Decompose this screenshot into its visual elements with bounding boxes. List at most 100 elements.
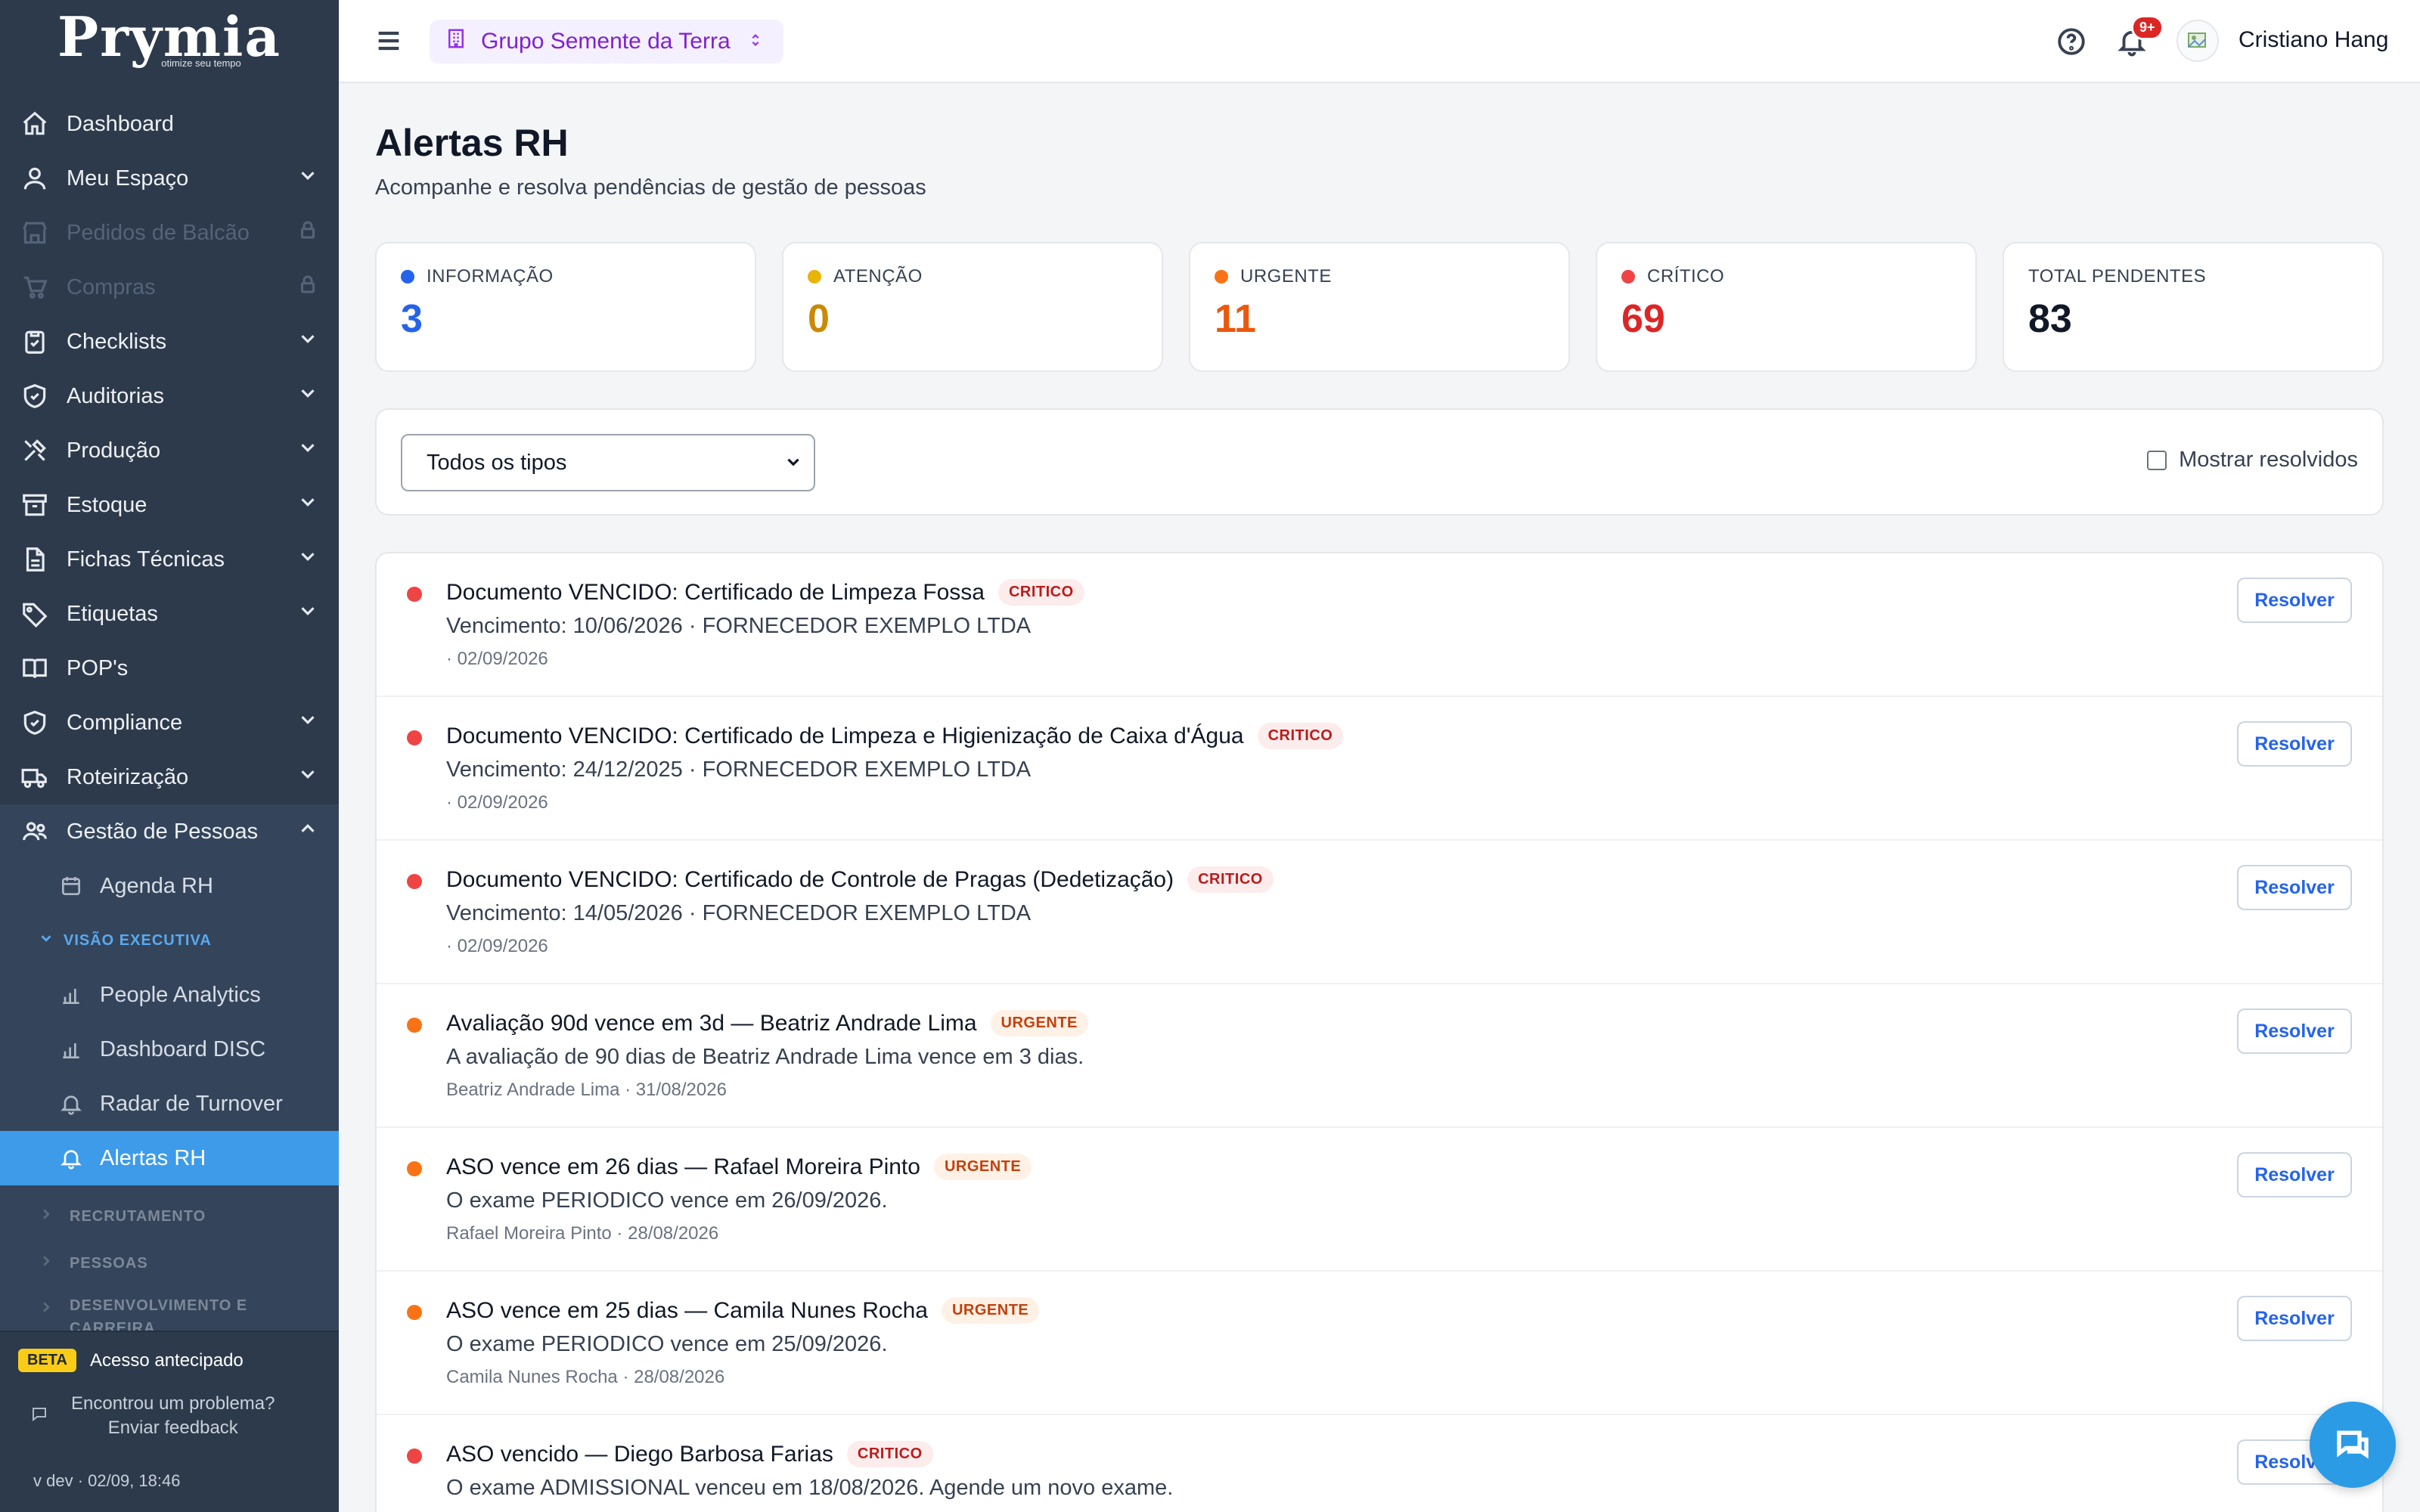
- stat-card-critico: CRÍTICO 69: [1596, 242, 1977, 372]
- severity-dot: [407, 1448, 422, 1464]
- sidebar-item-label: Roteirização: [67, 764, 189, 789]
- sidebar-item-meu-espaco[interactable]: Meu Espaço: [0, 151, 339, 206]
- sidebar-item-compliance[interactable]: Compliance: [0, 696, 339, 750]
- resolve-button[interactable]: Resolver: [2237, 1152, 2352, 1198]
- sidebar-item-gestao-pessoas[interactable]: Gestão de Pessoas: [0, 804, 339, 859]
- section-recrutamento[interactable]: RECRUTAMENTO: [0, 1193, 339, 1240]
- notifications-badge: 9+: [2131, 15, 2164, 40]
- sidebar-item-dashboard-disc[interactable]: Dashboard DISC: [0, 1022, 339, 1077]
- filter-bar: Todos os tipos Mostrar resolvidos: [375, 408, 2384, 516]
- show-resolved-toggle[interactable]: Mostrar resolvidos: [2147, 448, 2358, 472]
- menu-toggle-button[interactable]: [374, 26, 405, 57]
- sidebar-item-label: Checklists: [67, 329, 167, 354]
- resolve-button[interactable]: Resolver: [2237, 578, 2352, 623]
- avatar[interactable]: [2176, 20, 2219, 62]
- topbar: Grupo Semente da Terra 9+ Cristiano Hang: [339, 0, 2420, 83]
- resolve-button[interactable]: Resolver: [2237, 1296, 2352, 1341]
- alert-title-row: ASO vence em 26 dias — Rafael Moreira Pi…: [446, 1154, 1032, 1180]
- alert-item: ASO vencido — Diego Barbosa Farias CRITIC…: [377, 1415, 2382, 1512]
- severity-dot: [407, 874, 422, 889]
- alert-title: ASO vencido — Diego Barbosa Farias: [446, 1441, 833, 1467]
- chevron-down-icon: [296, 436, 319, 465]
- resolve-button[interactable]: Resolver: [2237, 721, 2352, 767]
- sidebar-item-compras: Compras: [0, 260, 339, 314]
- shield-check-icon: [20, 381, 50, 411]
- feedback-line-1: Encontrou um problema?: [71, 1393, 275, 1414]
- alert-item: Documento VENCIDO: Certificado de Limpez…: [377, 553, 2382, 697]
- sidebar-item-dashboard[interactable]: Dashboard: [0, 97, 339, 151]
- stat-label: TOTAL PENDENTES: [2028, 266, 2358, 287]
- sidebar-item-auditorias[interactable]: Auditorias: [0, 369, 339, 423]
- alert-description: Vencimento: 14/05/2026 · FORNECEDOR EXEM…: [446, 901, 1032, 925]
- sidebar-item-label: Dashboard: [67, 111, 174, 136]
- sidebar-item-producao[interactable]: Produção: [0, 423, 339, 478]
- user-name[interactable]: Cristiano Hang: [2238, 27, 2388, 53]
- stat-value: 83: [2028, 297, 2072, 341]
- sidebar-item-label: Etiquetas: [67, 601, 158, 626]
- sidebar-item-checklists[interactable]: Checklists: [0, 314, 339, 369]
- sidebar-item-etiquetas[interactable]: Etiquetas: [0, 587, 339, 641]
- resolve-button[interactable]: Resolver: [2237, 865, 2352, 910]
- alert-description: O exame PERIODICO vence em 26/09/2026.: [446, 1188, 888, 1213]
- logo-wordmark: Prymia: [57, 4, 282, 69]
- hamburger-icon: [378, 31, 399, 51]
- severity-dot: [407, 587, 422, 602]
- severity-badge: CRITICO: [997, 579, 1084, 606]
- logo-tagline: otimize seu tempo: [161, 57, 241, 69]
- stat-label: CRÍTICO: [1621, 266, 1951, 287]
- org-selector[interactable]: Grupo Semente da Terra: [430, 20, 783, 64]
- resolve-button[interactable]: Resolver: [2237, 1009, 2352, 1054]
- sidebar-item-pops[interactable]: POP's: [0, 641, 339, 696]
- stat-card-urgente: URGENTE 11: [1189, 242, 1570, 372]
- feedback-link[interactable]: Encontrou um problema? Enviar feedback: [0, 1372, 339, 1440]
- sidebar-item-label: Alertas RH: [100, 1145, 206, 1170]
- section-label-line: DESENVOLVIMENTO E: [70, 1297, 248, 1314]
- section-visao-executiva[interactable]: VISÃO EXECUTIVA: [0, 913, 339, 968]
- tools-icon: [20, 435, 50, 466]
- book-icon: [20, 653, 50, 683]
- severity-dot: [407, 730, 422, 745]
- shield-check-icon: [20, 708, 50, 738]
- alert-meta: · 02/09/2026: [446, 936, 548, 956]
- alert-title: Documento VENCIDO: Certificado de Limpez…: [446, 723, 1244, 748]
- section-pessoas[interactable]: PESSOAS: [0, 1240, 339, 1287]
- chat-support-button[interactable]: [2310, 1402, 2396, 1488]
- logo[interactable]: Prymia otimize seu tempo: [0, 0, 339, 80]
- home-icon: [20, 109, 50, 139]
- chevron-down-icon: [296, 545, 319, 574]
- chevron-down-icon: [38, 930, 54, 951]
- sidebar-item-label: Gestão de Pessoas: [67, 819, 259, 844]
- bell-icon: [59, 1091, 85, 1117]
- sidebar-item-radar-turnover[interactable]: Radar de Turnover: [0, 1077, 339, 1131]
- stat-label-text: CRÍTICO: [1647, 266, 1725, 287]
- chevron-right-icon: [38, 1206, 70, 1227]
- sidebar-item-estoque[interactable]: Estoque: [0, 478, 339, 532]
- alert-meta: · 02/09/2026: [446, 792, 548, 813]
- severity-badge: URGENTE: [990, 1010, 1088, 1036]
- beta-row: BETA Acesso antecipado: [0, 1332, 339, 1372]
- stat-label: INFORMAÇÃO: [401, 266, 731, 287]
- sidebar-item-fichas-tecnicas[interactable]: Fichas Técnicas: [0, 532, 339, 587]
- feedback-text: Encontrou um problema? Enviar feedback: [71, 1392, 275, 1440]
- calendar-icon: [59, 873, 85, 899]
- sidebar-item-people-analytics[interactable]: People Analytics: [0, 968, 339, 1022]
- file-icon: [20, 544, 50, 575]
- page-title: Alertas RH: [375, 122, 569, 164]
- sidebar-item-roteirizacao[interactable]: Roteirização: [0, 750, 339, 804]
- alert-item: Documento VENCIDO: Certificado de Contro…: [377, 841, 2382, 984]
- alert-description: O exame ADMISSIONAL venceu em 18/08/2026…: [446, 1476, 1174, 1500]
- sidebar-item-label: Auditorias: [67, 383, 164, 408]
- status-dot: [401, 270, 414, 284]
- type-filter-select[interactable]: Todos os tipos: [401, 434, 815, 491]
- alert-title: Documento VENCIDO: Certificado de Limpez…: [446, 579, 985, 605]
- stat-label-text: TOTAL PENDENTES: [2028, 266, 2207, 287]
- help-button[interactable]: [2055, 26, 2087, 61]
- sidebar-item-agenda-rh[interactable]: Agenda RH: [0, 859, 339, 913]
- sidebar-item-alertas-rh[interactable]: Alertas RH: [0, 1131, 339, 1185]
- stat-value: 0: [808, 297, 830, 341]
- show-resolved-checkbox[interactable]: [2147, 450, 2167, 470]
- stat-card-total: TOTAL PENDENTES 83: [2003, 242, 2384, 372]
- alert-item: Avaliação 90d vence em 3d — Beatriz Andr…: [377, 984, 2382, 1128]
- sidebar-item-label: Radar de Turnover: [100, 1091, 283, 1116]
- sidebar-item-label: Meu Espaço: [67, 166, 189, 191]
